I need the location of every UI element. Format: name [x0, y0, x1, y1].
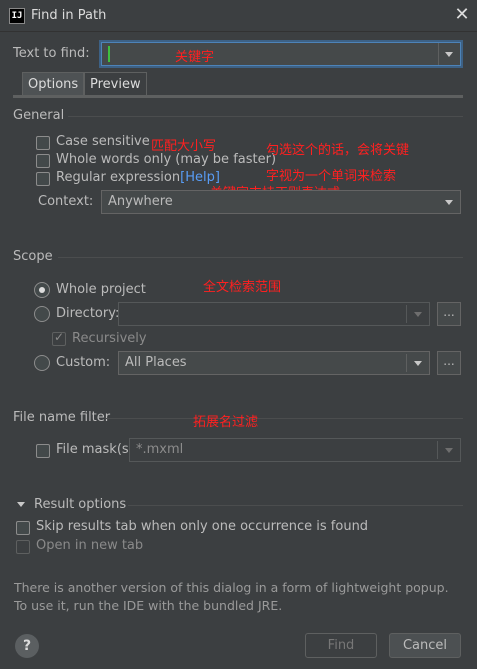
file-mask-label: File mask(s)	[56, 442, 134, 457]
notice-line-2: To use it, run the IDE with the bundled …	[14, 598, 283, 613]
annotation-file-filter: 拓展名过滤	[193, 415, 259, 430]
find-button[interactable]: Find	[305, 633, 377, 658]
text-caret	[108, 46, 110, 62]
scope-section-title: Scope	[13, 249, 53, 264]
context-select[interactable]: Anywhere	[101, 190, 461, 214]
annotation-scope: 全文检索范围	[203, 280, 282, 295]
file-filter-separator	[106, 418, 463, 419]
skip-results-tab-checkbox[interactable]	[16, 521, 30, 535]
custom-radio[interactable]	[34, 355, 50, 371]
regex-label: Regular expression[Help]	[56, 170, 220, 185]
help-button[interactable]: ?	[15, 634, 39, 658]
text-to-find-input[interactable]	[101, 42, 461, 66]
directory-radio[interactable]	[34, 306, 50, 322]
recursively-label: Recursively	[72, 331, 147, 346]
whole-project-label: Whole project	[56, 282, 146, 297]
regex-checkbox[interactable]	[36, 172, 50, 186]
result-options-separator	[128, 505, 463, 506]
chevron-down-icon	[445, 200, 453, 205]
custom-scope-value: All Places	[125, 355, 187, 370]
regex-label-text: Regular expression	[56, 170, 181, 185]
checkmark-icon: ✓	[54, 330, 65, 344]
result-options-expand-icon[interactable]	[17, 502, 25, 507]
annotation-keyword: 关键字	[175, 50, 215, 65]
whole-words-label: Whole words only (may be faster)	[56, 152, 277, 167]
close-icon[interactable]: ✕	[452, 5, 472, 25]
file-mask-select[interactable]: *.mxml	[129, 438, 461, 462]
case-sensitive-checkbox[interactable]	[36, 136, 50, 150]
notice-line-1: There is another version of this dialog …	[14, 580, 449, 595]
combo-divider	[437, 441, 438, 459]
history-dropdown-button[interactable]	[438, 43, 460, 65]
chevron-down-icon	[414, 312, 422, 317]
open-new-tab-checkbox[interactable]	[16, 540, 30, 554]
text-to-find-label: Text to find:	[13, 46, 90, 61]
skip-results-tab-label: Skip results tab when only one occurrenc…	[36, 519, 369, 534]
annotation-whole-words-1: 勾选这个的话，会将关键	[266, 143, 410, 158]
chevron-down-icon	[414, 361, 422, 366]
directory-browse-button[interactable]: ...	[437, 302, 461, 326]
file-mask-checkbox[interactable]	[36, 444, 50, 458]
whole-project-radio[interactable]	[34, 282, 50, 298]
cancel-button[interactable]: Cancel	[389, 633, 461, 658]
custom-label: Custom:	[56, 355, 111, 370]
result-options-title[interactable]: Result options	[34, 497, 126, 512]
directory-select[interactable]	[118, 302, 430, 326]
scope-separator	[58, 257, 463, 258]
whole-words-checkbox[interactable]	[36, 154, 50, 168]
app-icon: IJ	[9, 8, 25, 24]
chevron-down-icon	[445, 448, 453, 453]
directory-label: Directory:	[56, 306, 120, 321]
combo-divider	[406, 305, 407, 323]
general-separator	[68, 116, 463, 117]
radio-selected-dot	[39, 287, 45, 293]
title-bar: IJ Find in Path ✕	[0, 0, 477, 32]
context-label: Context:	[38, 194, 94, 209]
tab-underline	[13, 95, 463, 98]
recursively-checkbox[interactable]: ✓	[52, 330, 66, 346]
tab-options[interactable]: Options	[22, 72, 85, 96]
general-section-title: General	[13, 108, 65, 123]
window-title: Find in Path	[31, 8, 107, 23]
file-mask-value: *.mxml	[136, 442, 184, 457]
custom-browse-button[interactable]: ...	[437, 351, 461, 375]
chevron-down-icon	[445, 52, 453, 57]
combo-divider	[406, 354, 407, 372]
context-value: Anywhere	[108, 194, 173, 209]
open-new-tab-label: Open in new tab	[36, 538, 144, 553]
tab-preview[interactable]: Preview	[84, 72, 147, 96]
case-sensitive-label: Case sensitive	[56, 134, 150, 149]
file-filter-section-title: File name filter	[13, 410, 111, 425]
custom-scope-select[interactable]: All Places	[118, 351, 430, 375]
